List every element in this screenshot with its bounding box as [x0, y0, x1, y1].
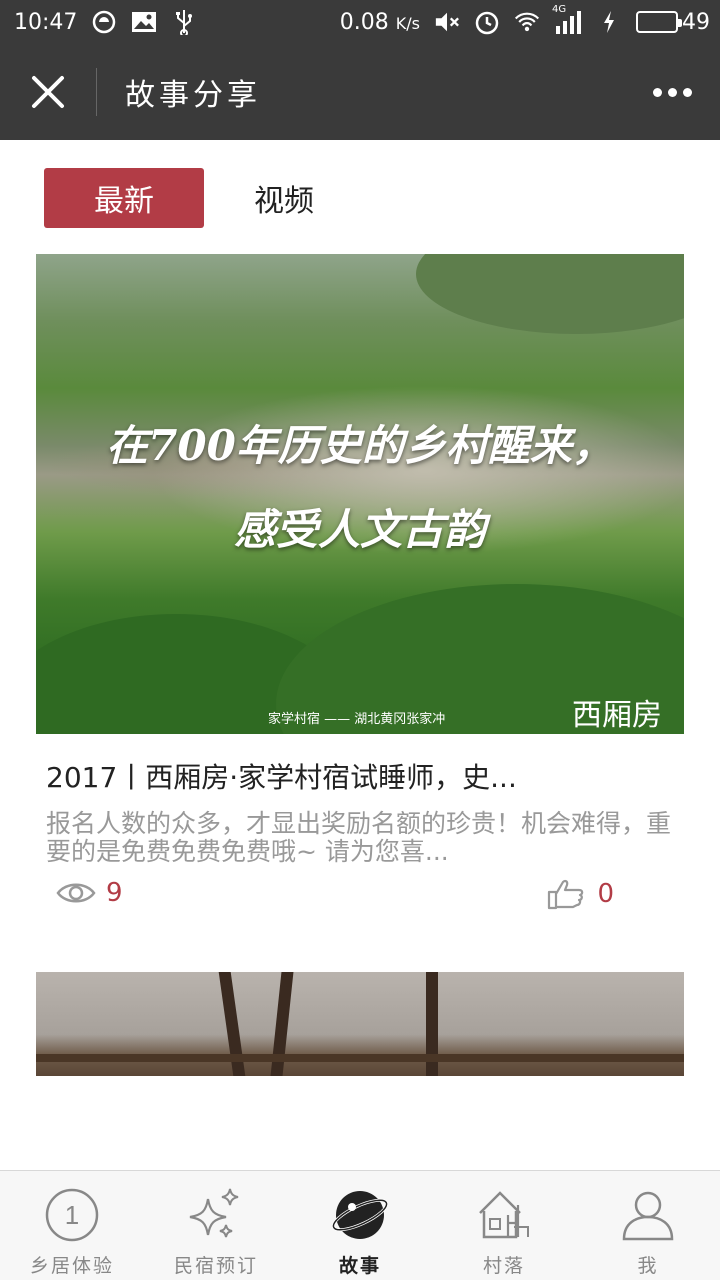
story-card[interactable]: 在700年历史的乡村醒来， 感受人文古韵 家学村宿 —— 湖北黄冈张家冲 西厢房… [36, 254, 684, 914]
story-description: 报名人数的众多，才显出奖励名额的珍贵！机会难得，重要的是免费免费免费哦~ 请为您… [46, 810, 672, 866]
planet-icon [330, 1185, 390, 1245]
close-button[interactable] [0, 44, 96, 140]
charging-icon [596, 9, 622, 35]
nav-label: 村落 [482, 1255, 525, 1277]
eye-icon [56, 883, 96, 903]
battery-level: 49 [682, 9, 710, 35]
net-speed: 0.08 [339, 9, 389, 35]
status-bar: 10:47 0.08 K/s 4G 49 [0, 0, 720, 44]
image-caption: 家学村宿 —— 湖北黄冈张家冲 [268, 712, 446, 727]
image-headline-line2: 感受人文古韵 [233, 505, 486, 554]
story-title[interactable]: 2017丨西厢房·家学村宿试睡师，史... [36, 756, 684, 796]
story-stats: 9 0 [36, 878, 684, 914]
wifi-icon [514, 9, 540, 35]
mute-icon [434, 9, 460, 35]
wechat-icon [91, 9, 117, 35]
story-card-image[interactable]: 在700年历史的乡村醒来， 感受人文古韵 家学村宿 —— 湖北黄冈张家冲 西厢房 [36, 254, 684, 734]
shelf-shape [36, 1054, 684, 1062]
net-unit: K/s [395, 13, 420, 33]
image-brand-text: 西厢房 [572, 698, 662, 733]
user-icon [618, 1185, 678, 1245]
nav-item-rural-experience[interactable]: 1 乡居体验 [0, 1171, 144, 1280]
usb-icon [171, 9, 197, 35]
nav-item-stories[interactable]: 故事 [288, 1171, 432, 1280]
status-time: 10:47 [14, 9, 78, 35]
hill-shape [416, 254, 684, 334]
bottom-nav: 1 乡居体验 民宿预订 故事 村落 我 [0, 1170, 720, 1280]
page-title: 故事分享 [125, 78, 261, 113]
number-one-circle-icon: 1 [42, 1185, 102, 1245]
tab-bar: 最新 视频 [44, 168, 364, 228]
more-dot-icon [652, 87, 662, 97]
nav-item-villages[interactable]: 村落 [432, 1171, 576, 1280]
village-house-icon [474, 1185, 534, 1245]
net-type: 4G [552, 4, 567, 15]
signal-icon: 4G [552, 4, 582, 34]
image-brand-logo: 西厢房 [572, 690, 662, 734]
more-button[interactable] [624, 44, 720, 140]
sparkle-icon [186, 1185, 246, 1245]
views-count: 9 [106, 878, 123, 908]
thumbs-up-icon [548, 879, 584, 910]
nav-item-homestay-booking[interactable]: 民宿预订 [144, 1171, 288, 1280]
tab-video[interactable]: 视频 [204, 168, 364, 228]
more-dot-icon [682, 87, 692, 97]
image-icon [131, 9, 157, 35]
svg-text:1: 1 [65, 1200, 79, 1230]
battery-indicator: 49 [636, 10, 710, 35]
nav-label: 民宿预订 [173, 1255, 258, 1277]
nav-label: 乡居体验 [29, 1255, 114, 1277]
more-dot-icon [667, 87, 677, 97]
story-card-preview-image[interactable] [36, 972, 684, 1076]
alarm-icon [474, 9, 500, 35]
like-button[interactable]: 0 [547, 878, 614, 910]
likes-count: 0 [597, 879, 614, 909]
title-bar: 故事分享 [0, 44, 720, 140]
nav-label: 我 [637, 1255, 659, 1277]
nav-item-me[interactable]: 我 [576, 1171, 720, 1280]
tab-latest[interactable]: 最新 [44, 168, 204, 228]
image-headline-line1: 在700年历史的乡村醒来， [106, 421, 614, 470]
views-stat: 9 [56, 878, 123, 908]
close-icon [32, 76, 64, 108]
title-divider [96, 68, 97, 116]
nav-label: 故事 [338, 1255, 381, 1277]
